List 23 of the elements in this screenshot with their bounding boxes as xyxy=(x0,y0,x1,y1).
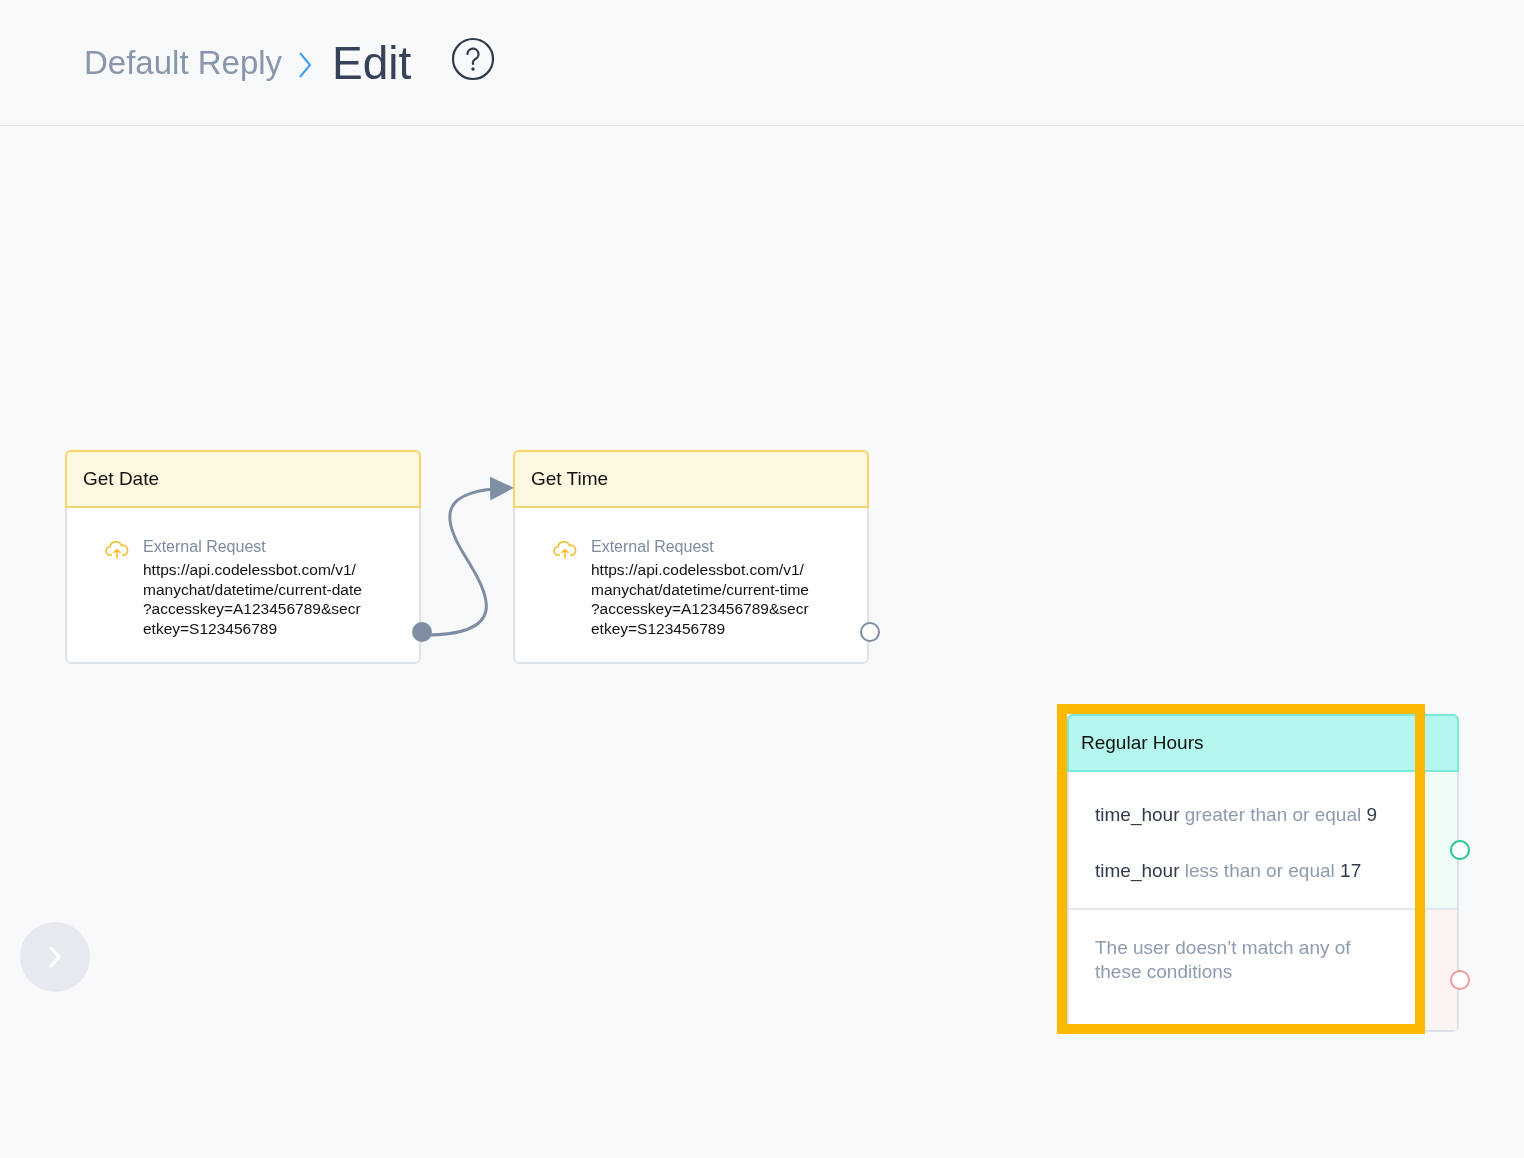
chevron-right-icon xyxy=(48,945,62,969)
branch-port[interactable] xyxy=(1450,840,1470,860)
request-node[interactable]: Get Time External Request https://api.codelessbot.com/v1/ manychat/datetime/current-time ?accesskey=A123456789&secr etkey=S123456789 xyxy=(513,450,869,664)
request-url: https://api.codelessbot.com/v1/ manychat/datetime/current-time ?accesskey=A123456789&secr etkey=S123456789 xyxy=(591,560,809,638)
node-title: Regular Hours xyxy=(1081,732,1204,754)
condition-text: time_hour greater than or equal 9 xyxy=(1095,803,1379,828)
condition-node[interactable]: Regular Hours time_hour greater than or equal 9 time_hour less than or equal 17 The user doesn’t match any of these conditions xyxy=(1067,714,1459,1032)
request-url: https://api.codelessbot.com/v1/ manychat/datetime/current-date ?accesskey=A123456789&secr etkey=S123456789 xyxy=(143,560,362,638)
output-port[interactable] xyxy=(412,622,432,642)
cloud-upload-icon xyxy=(553,540,577,560)
page-title: Edit xyxy=(332,35,412,90)
request-node[interactable]: Get Date External Request https://api.codelessbot.com/v1/ manychat/datetime/current-date ?accesskey=A123456789&secr etkey=S123456789 xyxy=(65,450,421,664)
cloud-upload-icon xyxy=(105,540,129,560)
branch-port[interactable] xyxy=(1450,970,1470,990)
chevron-right-icon xyxy=(298,50,313,79)
fallback-text: The user doesn’t match any of these conditions xyxy=(1095,936,1352,984)
help-icon[interactable] xyxy=(451,36,496,81)
condition-text: time_hour less than or equal 17 xyxy=(1095,859,1363,884)
action-label: External Request xyxy=(591,538,715,556)
node-title: Get Date xyxy=(83,468,160,490)
action-label: External Request xyxy=(143,538,267,556)
node-title: Get Time xyxy=(531,468,609,490)
output-port[interactable] xyxy=(860,622,880,642)
